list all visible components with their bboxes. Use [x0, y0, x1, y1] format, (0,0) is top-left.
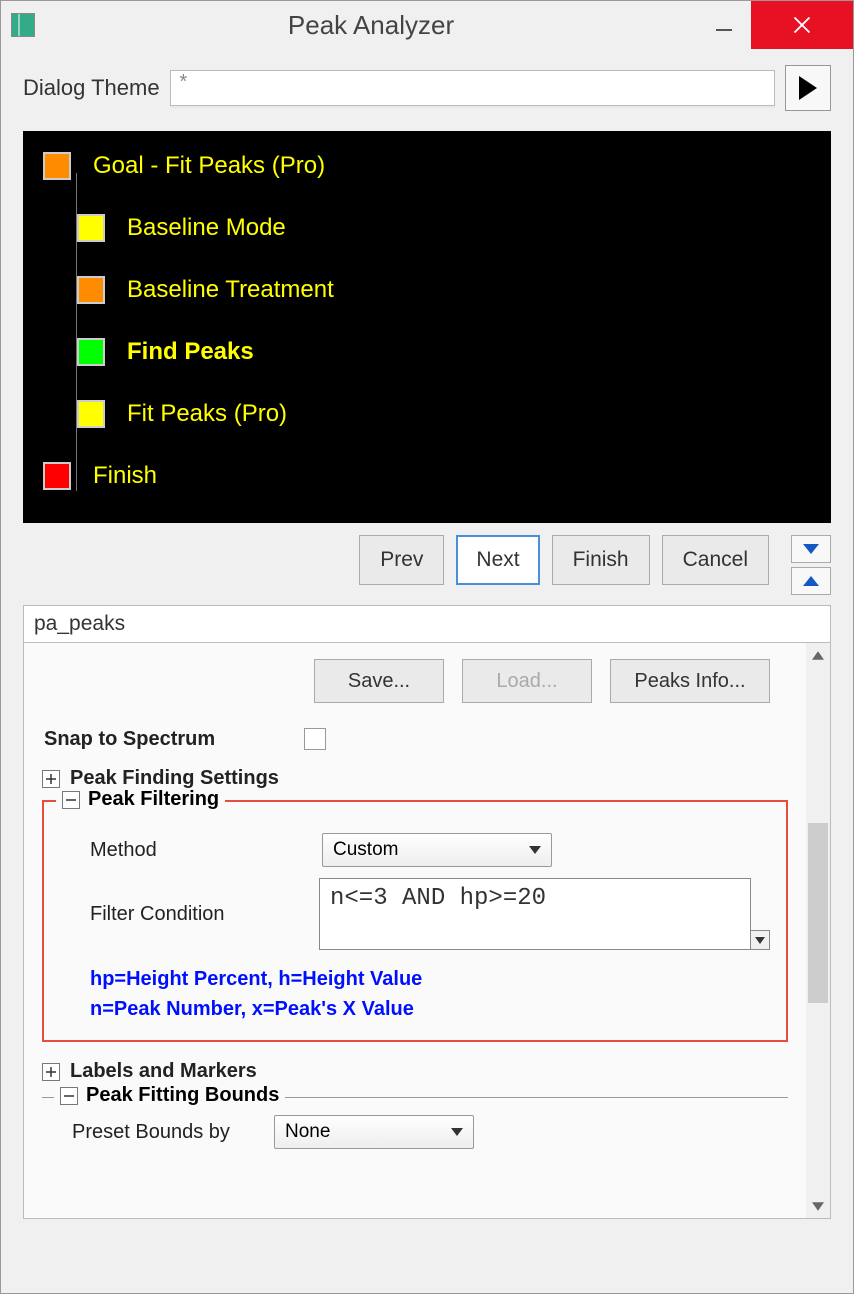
preset-bounds-select[interactable]: None: [274, 1115, 474, 1149]
filter-hint: hp=Height Percent, h=Height Value n=Peak…: [90, 964, 770, 1024]
tree-item-label: Goal - Fit Peaks (Pro): [93, 152, 325, 180]
content-panel: Save... Load... Peaks Info... Snap to Sp…: [23, 643, 831, 1219]
close-button[interactable]: [751, 1, 853, 49]
scroll-down-icon[interactable]: [806, 1194, 830, 1218]
snap-checkbox[interactable]: [304, 728, 326, 750]
content-toolbar: Save... Load... Peaks Info...: [42, 659, 788, 703]
window-buttons: [697, 1, 853, 49]
tree-item-label: Baseline Mode: [127, 214, 286, 242]
scroll-updown: [791, 535, 831, 595]
hint-line-2: n=Peak Number, x=Peak's X Value: [90, 994, 770, 1024]
peak-filtering-label: Peak Filtering: [88, 788, 219, 811]
square-icon: [43, 462, 71, 490]
scrollbar-thumb[interactable]: [808, 823, 828, 1003]
square-icon: [77, 400, 105, 428]
method-value: Custom: [333, 839, 398, 861]
window: Peak Analyzer Dialog Theme * Goal - Fit …: [0, 0, 854, 1294]
cancel-button[interactable]: Cancel: [662, 535, 769, 585]
prev-button[interactable]: Prev: [359, 535, 444, 585]
tab-header: pa_peaks: [23, 605, 831, 643]
labels-markers-label: Labels and Markers: [70, 1060, 257, 1083]
peak-finding-label: Peak Finding Settings: [70, 767, 279, 790]
tree-item-label: Find Peaks: [127, 338, 254, 366]
tree-item-finish[interactable]: Finish: [43, 455, 811, 497]
square-icon: [77, 214, 105, 242]
labels-markers-header[interactable]: Labels and Markers: [42, 1060, 788, 1083]
collapse-icon[interactable]: [60, 1087, 78, 1105]
peak-bounds-legend[interactable]: Peak Fitting Bounds: [54, 1084, 285, 1107]
condition-textarea[interactable]: n<=3 AND hp>=20: [319, 878, 751, 950]
tree-item-baseline-mode[interactable]: Baseline Mode: [77, 207, 811, 249]
next-button[interactable]: Next: [456, 535, 539, 585]
square-icon: [77, 338, 105, 366]
expand-icon[interactable]: [42, 1063, 60, 1081]
finish-button[interactable]: Finish: [552, 535, 650, 585]
dialog-theme-label: Dialog Theme: [23, 75, 160, 101]
tree-item-fit-peaks[interactable]: Fit Peaks (Pro): [77, 393, 811, 435]
condition-row: Filter Condition n<=3 AND hp>=20: [60, 878, 770, 950]
collapse-down-button[interactable]: [791, 535, 831, 563]
expand-icon[interactable]: [42, 770, 60, 788]
snap-label: Snap to Spectrum: [44, 728, 215, 751]
titlebar: Peak Analyzer: [1, 1, 853, 49]
tree-item-find-peaks[interactable]: Find Peaks: [77, 331, 811, 373]
square-icon: [43, 152, 71, 180]
dialog-theme-row: Dialog Theme *: [1, 49, 853, 121]
hint-line-1: hp=Height Percent, h=Height Value: [90, 964, 770, 994]
square-icon: [77, 276, 105, 304]
method-row: Method Custom: [60, 832, 770, 868]
load-button[interactable]: Load...: [462, 659, 592, 703]
snap-row: Snap to Spectrum: [42, 721, 788, 757]
tree-item-label: Fit Peaks (Pro): [127, 400, 287, 428]
condition-dropdown-button[interactable]: [750, 930, 770, 950]
dialog-theme-input[interactable]: *: [170, 70, 775, 106]
tree-item-baseline-treatment[interactable]: Baseline Treatment: [77, 269, 811, 311]
method-select[interactable]: Custom: [322, 833, 552, 867]
app-icon: [11, 13, 35, 37]
collapse-icon[interactable]: [62, 791, 80, 809]
peaks-info-button[interactable]: Peaks Info...: [610, 659, 770, 703]
window-title: Peak Analyzer: [45, 10, 697, 41]
vertical-scrollbar[interactable]: [806, 643, 830, 1218]
scroll-up-icon[interactable]: [806, 643, 830, 667]
preset-bounds-value: None: [285, 1121, 330, 1143]
condition-label: Filter Condition: [90, 903, 225, 926]
minimize-button[interactable]: [697, 1, 751, 49]
peak-bounds-label: Peak Fitting Bounds: [86, 1084, 279, 1107]
wizard-tree: Goal - Fit Peaks (Pro) Baseline Mode Bas…: [23, 131, 831, 523]
nav-buttons: Prev Next Finish Cancel: [1, 523, 853, 603]
peak-bounds-group: Peak Fitting Bounds Preset Bounds by Non…: [42, 1097, 788, 1150]
tree-item-label: Baseline Treatment: [127, 276, 334, 304]
peak-filtering-legend[interactable]: Peak Filtering: [56, 788, 225, 811]
peak-finding-header[interactable]: Peak Finding Settings: [42, 767, 788, 790]
tree-item-goal[interactable]: Goal - Fit Peaks (Pro): [43, 145, 811, 187]
method-label: Method: [90, 839, 157, 862]
tree-item-label: Finish: [93, 462, 157, 490]
preset-bounds-row: Preset Bounds by None: [42, 1114, 788, 1150]
theme-menu-button[interactable]: [785, 65, 831, 111]
peak-filtering-group: Peak Filtering Method Custom Filter Cond…: [42, 800, 788, 1042]
preset-bounds-label: Preset Bounds by: [72, 1121, 230, 1144]
save-button[interactable]: Save...: [314, 659, 444, 703]
collapse-up-button[interactable]: [791, 567, 831, 595]
